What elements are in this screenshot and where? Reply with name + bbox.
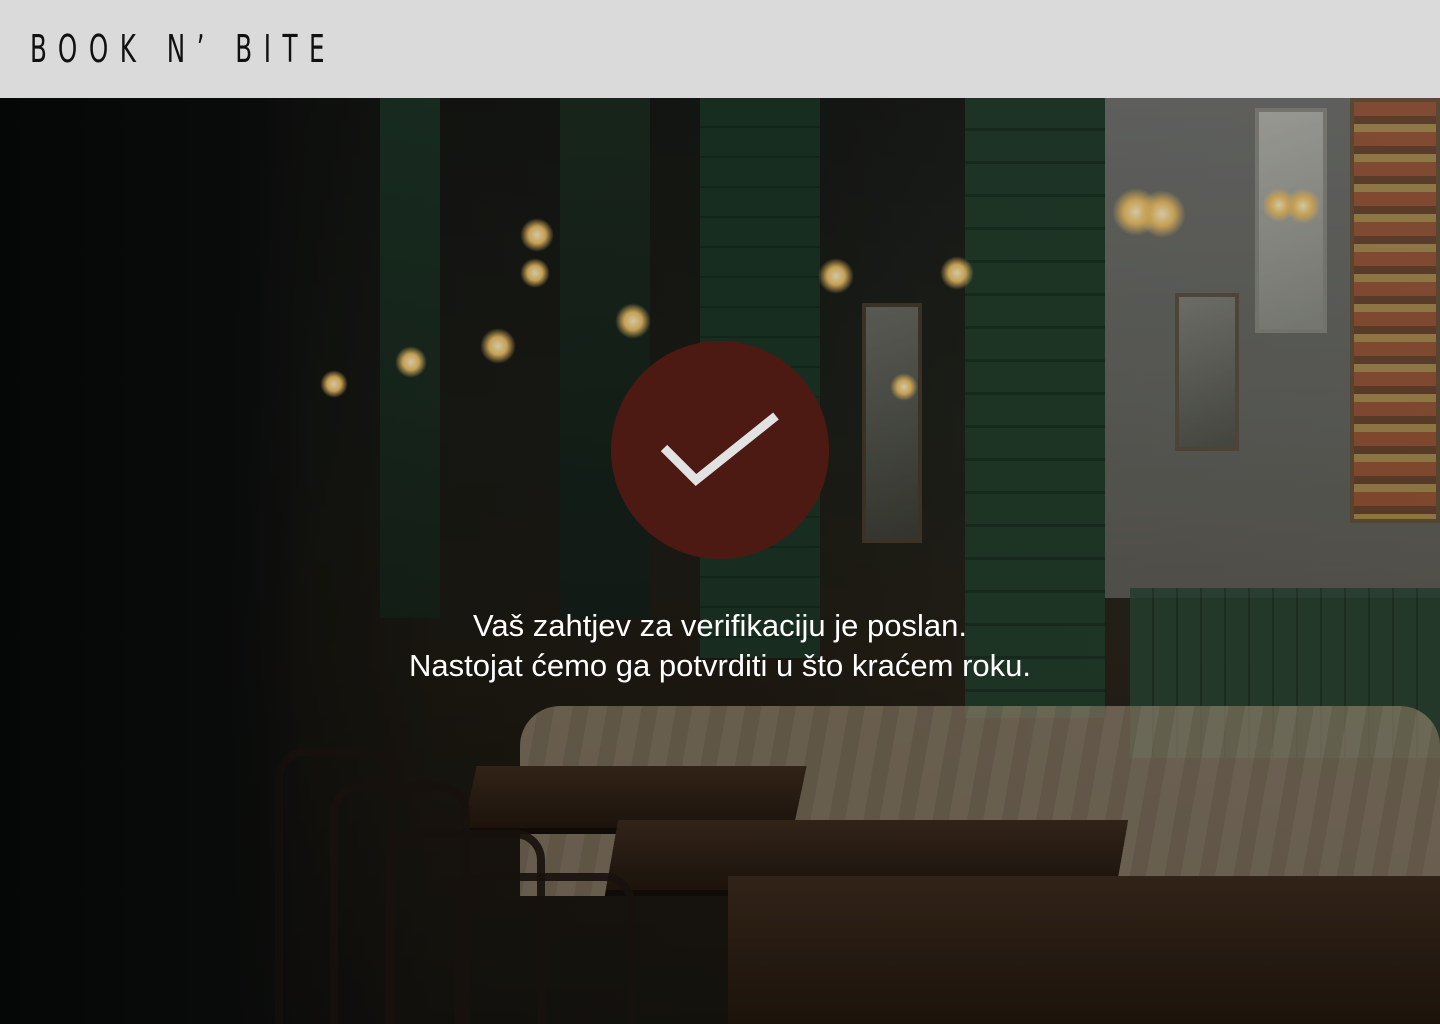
restaurant-background-image bbox=[0, 98, 1440, 1024]
checkmark-icon bbox=[660, 412, 779, 487]
confirmation-line-1: Vaš zahtjev za verifikaciju je poslan. bbox=[473, 608, 967, 643]
confirmation-message: Vaš zahtjev za verifikaciju je poslan. N… bbox=[0, 606, 1440, 686]
success-badge bbox=[611, 341, 829, 559]
background-overlay bbox=[0, 98, 1440, 1024]
brand-logo[interactable]: BOOK N’ BITE bbox=[30, 30, 336, 68]
top-bar: BOOK N’ BITE bbox=[0, 0, 1440, 98]
confirmation-line-2: Nastojat ćemo ga potvrditi u što kraćem … bbox=[409, 648, 1031, 683]
